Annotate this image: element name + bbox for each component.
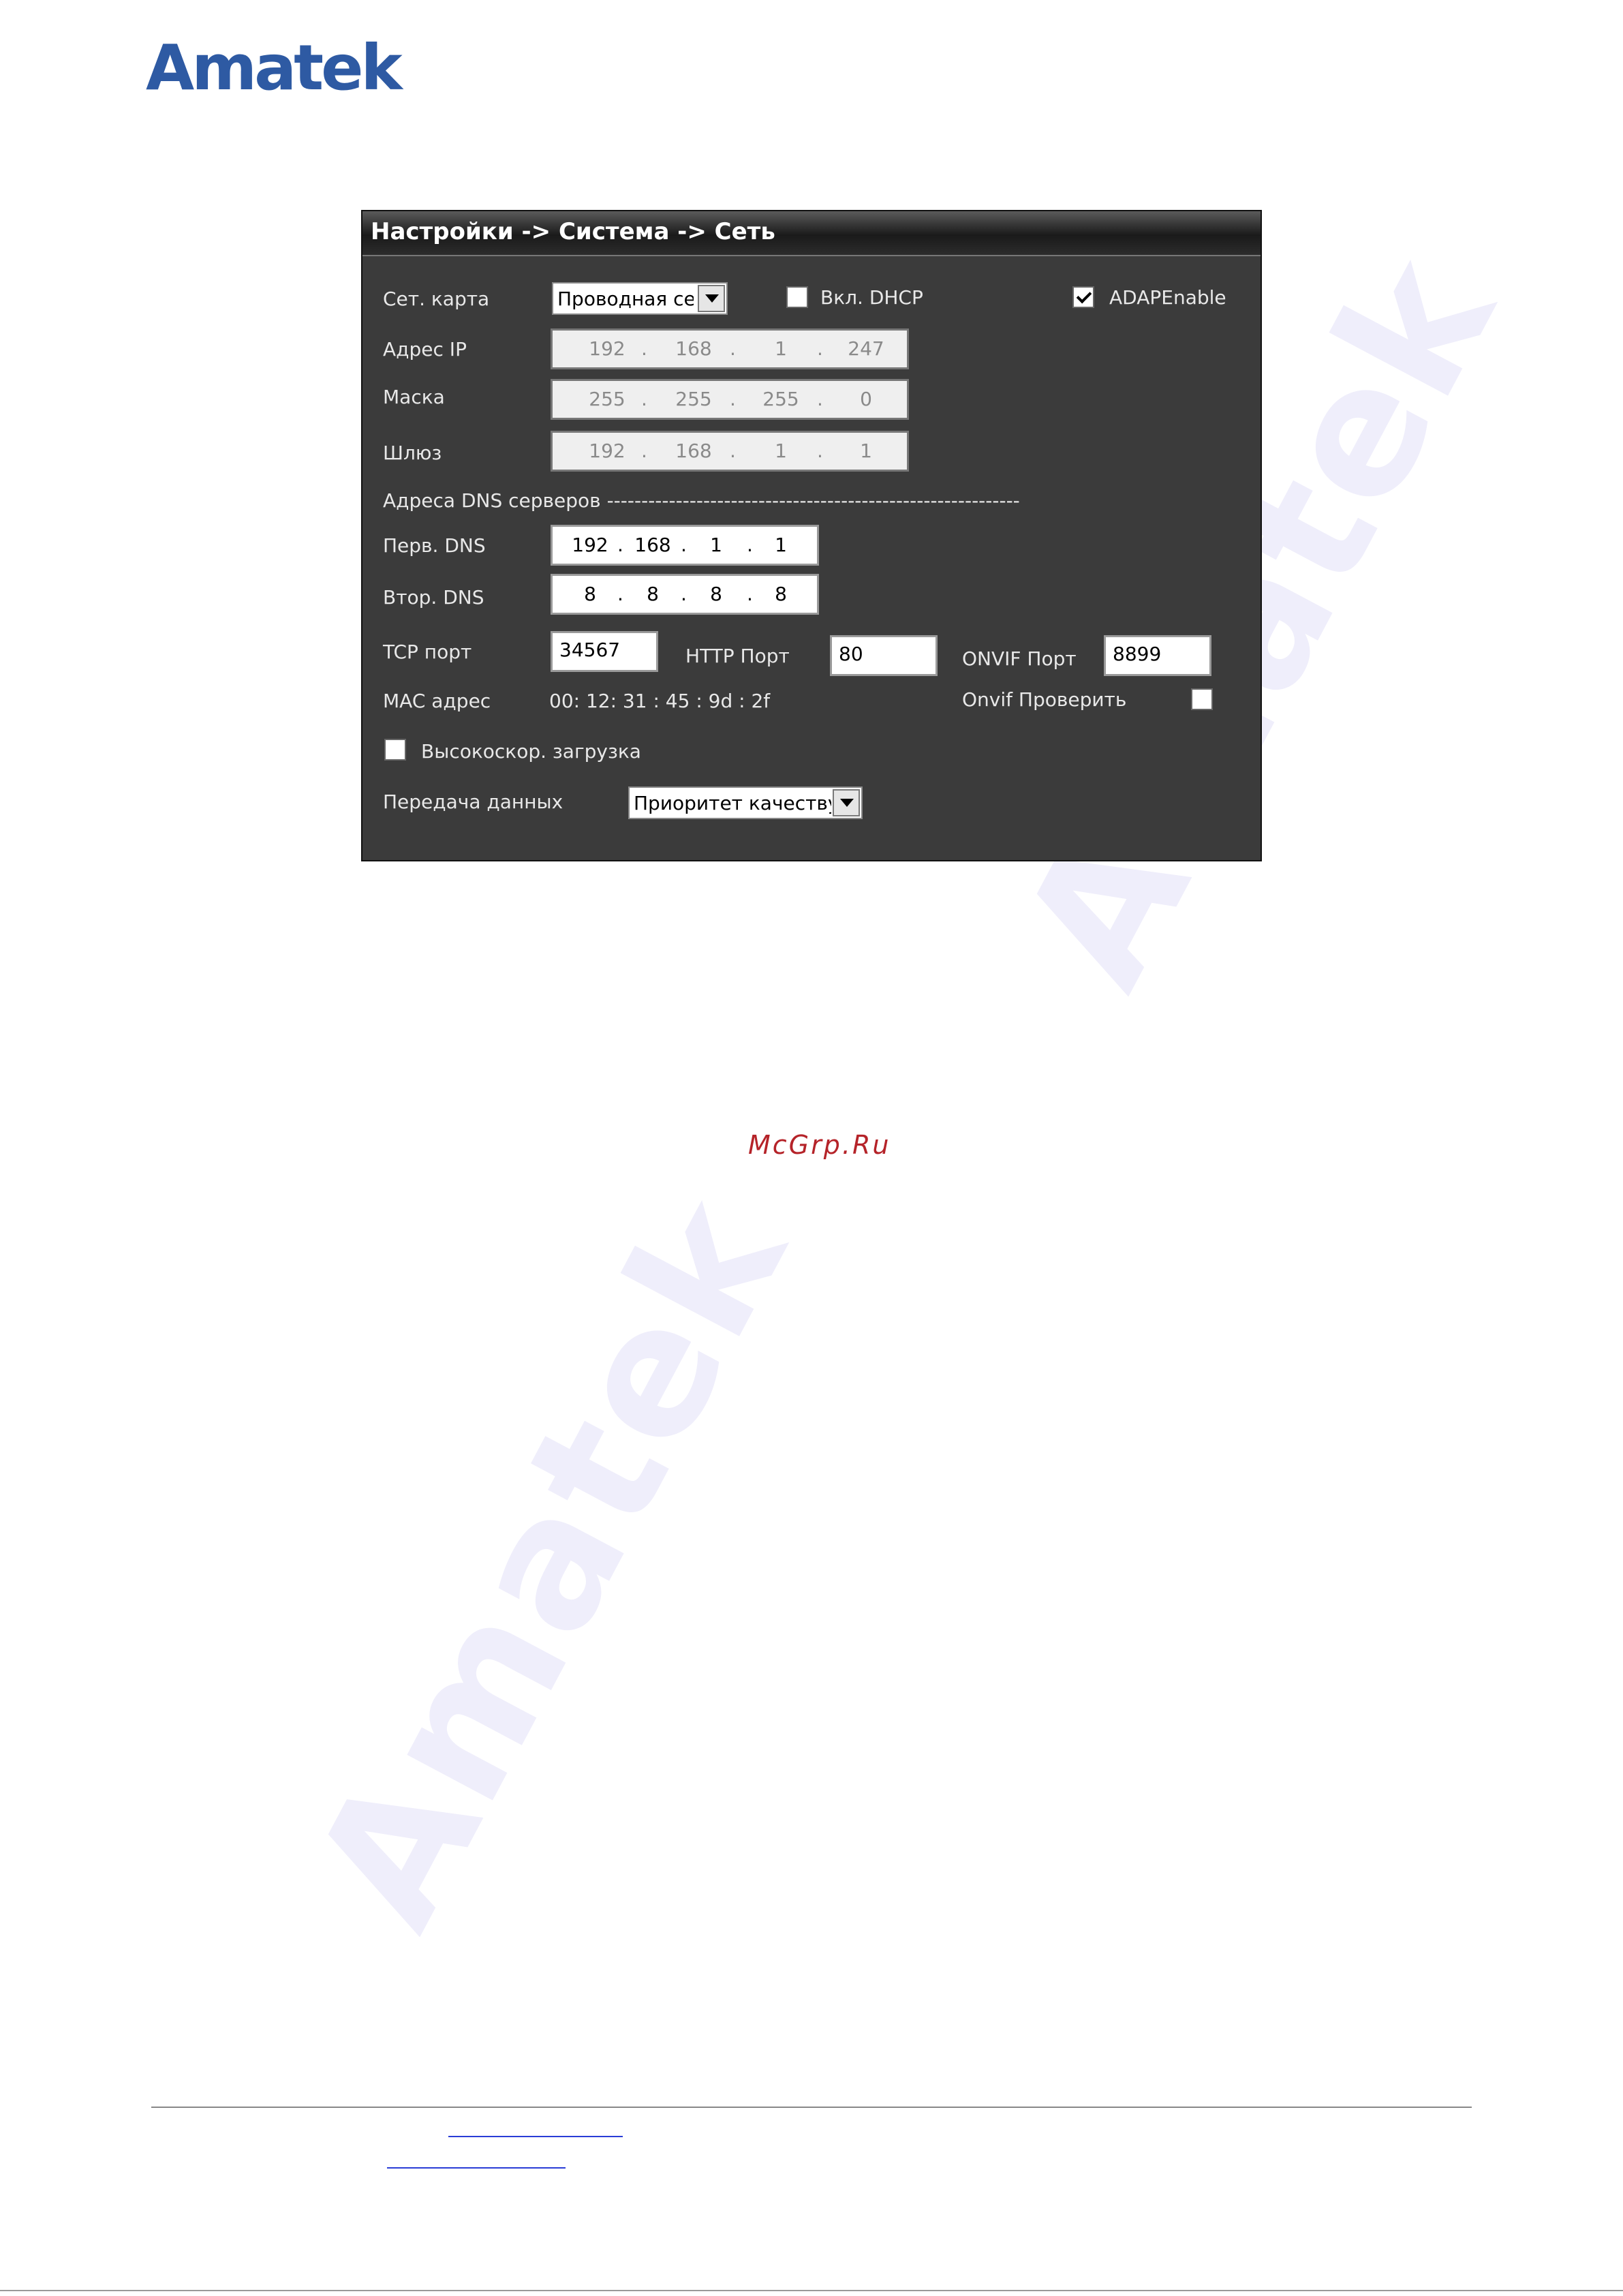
dns1-separator-1: .	[617, 534, 623, 556]
panel-title: Настройки -> Система -> Сеть	[371, 218, 775, 245]
check-icon	[1076, 288, 1092, 304]
mask-label: Маска	[383, 386, 445, 408]
dns1-separator-2: .	[681, 534, 687, 556]
gateway-octet-4: 1	[860, 440, 872, 462]
gateway-separator-1: .	[641, 440, 647, 462]
gateway-octet-3: 1	[775, 440, 787, 462]
dns1-separator-3: .	[747, 534, 753, 556]
onvif-check-checkbox[interactable]	[1191, 688, 1213, 710]
footer-divider	[151, 2107, 1472, 2108]
mask-octet-4: 0	[860, 388, 872, 410]
dns2-octet-4: 8	[775, 583, 787, 605]
mask-octet-2: 255	[675, 388, 712, 410]
dns2-octet-1: 8	[584, 583, 596, 605]
chevron-down-icon[interactable]	[833, 789, 860, 816]
http-port-input[interactable]: 80	[830, 635, 938, 676]
http-port-label: HTTP Порт	[685, 645, 790, 667]
onvif-port-input[interactable]: 8899	[1104, 635, 1211, 676]
secondary-dns-field[interactable]: 8 . 8 . 8 . 8	[551, 574, 819, 615]
ip-address-label: Адрес IP	[383, 338, 467, 361]
data-transfer-select[interactable]: Приоритет качеству	[628, 786, 863, 819]
data-transfer-value: Приоритет качеству	[634, 792, 831, 814]
network-card-value: Проводная сет	[557, 288, 694, 310]
tcp-port-input[interactable]: 34567	[551, 631, 658, 672]
dns2-separator-2: .	[681, 583, 687, 605]
mask-separator-2: .	[730, 388, 736, 410]
dns-section-label: Адреса DNS серверов --------------------…	[383, 489, 1020, 512]
high-speed-download-checkbox[interactable]	[384, 739, 406, 761]
onvif-port-label: ONVIF Порт	[962, 647, 1077, 670]
mask-separator-1: .	[641, 388, 647, 410]
footer-link-underline-2[interactable]	[387, 2167, 566, 2169]
data-transfer-label: Передача данных	[383, 791, 563, 813]
dns1-octet-2: 168	[634, 534, 671, 556]
dns1-octet-1: 192	[572, 534, 608, 556]
panel-titlebar: Настройки -> Система -> Сеть	[362, 211, 1261, 256]
primary-dns-label: Перв. DNS	[383, 534, 486, 557]
mask-octet-1: 255	[589, 388, 625, 410]
ip-separator-3: .	[817, 337, 823, 360]
ip-octet-4: 247	[848, 337, 884, 360]
dns2-separator-3: .	[747, 583, 753, 605]
gateway-octet-1: 192	[589, 440, 625, 462]
ip-separator-1: .	[641, 337, 647, 360]
site-label: McGrp.Ru	[748, 1130, 891, 1160]
onvif-check-label: Onvif Проверить	[962, 688, 1127, 711]
high-speed-download-label: Высокоскор. загрузка	[421, 740, 641, 763]
dns1-octet-3: 1	[710, 534, 722, 556]
mac-address-label: MAC адрес	[383, 690, 491, 712]
secondary-dns-label: Втор. DNS	[383, 586, 484, 609]
amatek-logo: Amatek	[146, 31, 403, 104]
primary-dns-field[interactable]: 192 . 168 . 1 . 1	[551, 525, 819, 566]
mask-field[interactable]: 255 . 255 . 255 . 0	[551, 379, 909, 420]
mac-address-value: 00: 12: 31 : 45 : 9d : 2f	[549, 690, 771, 712]
tcp-port-label: TCP порт	[383, 641, 472, 663]
mask-separator-3: .	[817, 388, 823, 410]
http-port-value: 80	[839, 643, 863, 665]
onvif-port-value: 8899	[1113, 643, 1162, 665]
gateway-separator-3: .	[817, 440, 823, 462]
dns2-octet-2: 8	[647, 583, 659, 605]
tcp-port-value: 34567	[559, 639, 621, 661]
ip-address-field[interactable]: 192 . 168 . 1 . 247	[551, 328, 909, 369]
network-card-label: Сет. карта	[383, 288, 490, 310]
gateway-field[interactable]: 192 . 168 . 1 . 1	[551, 431, 909, 472]
ip-separator-2: .	[730, 337, 736, 360]
dns1-octet-4: 1	[775, 534, 787, 556]
dns2-octet-3: 8	[710, 583, 722, 605]
dhcp-label: Вкл. DHCP	[820, 286, 923, 309]
dhcp-checkbox[interactable]	[786, 286, 808, 308]
ip-octet-2: 168	[675, 337, 712, 360]
page-bottom-line	[0, 2290, 1623, 2291]
dns2-separator-1: .	[617, 583, 623, 605]
adap-enable-label: ADAPEnable	[1109, 286, 1226, 309]
gateway-separator-2: .	[730, 440, 736, 462]
ip-octet-3: 1	[775, 337, 787, 360]
ip-octet-1: 192	[589, 337, 625, 360]
gateway-label: Шлюз	[383, 442, 442, 464]
watermark-bottom: Amatek	[275, 1165, 827, 1958]
footer-link-underline-1[interactable]	[448, 2136, 623, 2137]
mask-octet-3: 255	[762, 388, 799, 410]
chevron-down-icon[interactable]	[698, 285, 725, 312]
gateway-octet-2: 168	[675, 440, 712, 462]
adap-enable-checkbox[interactable]	[1072, 286, 1094, 308]
network-settings-panel: Настройки -> Система -> Сеть Сет. карта …	[361, 210, 1262, 861]
network-card-select[interactable]: Проводная сет	[552, 282, 728, 315]
